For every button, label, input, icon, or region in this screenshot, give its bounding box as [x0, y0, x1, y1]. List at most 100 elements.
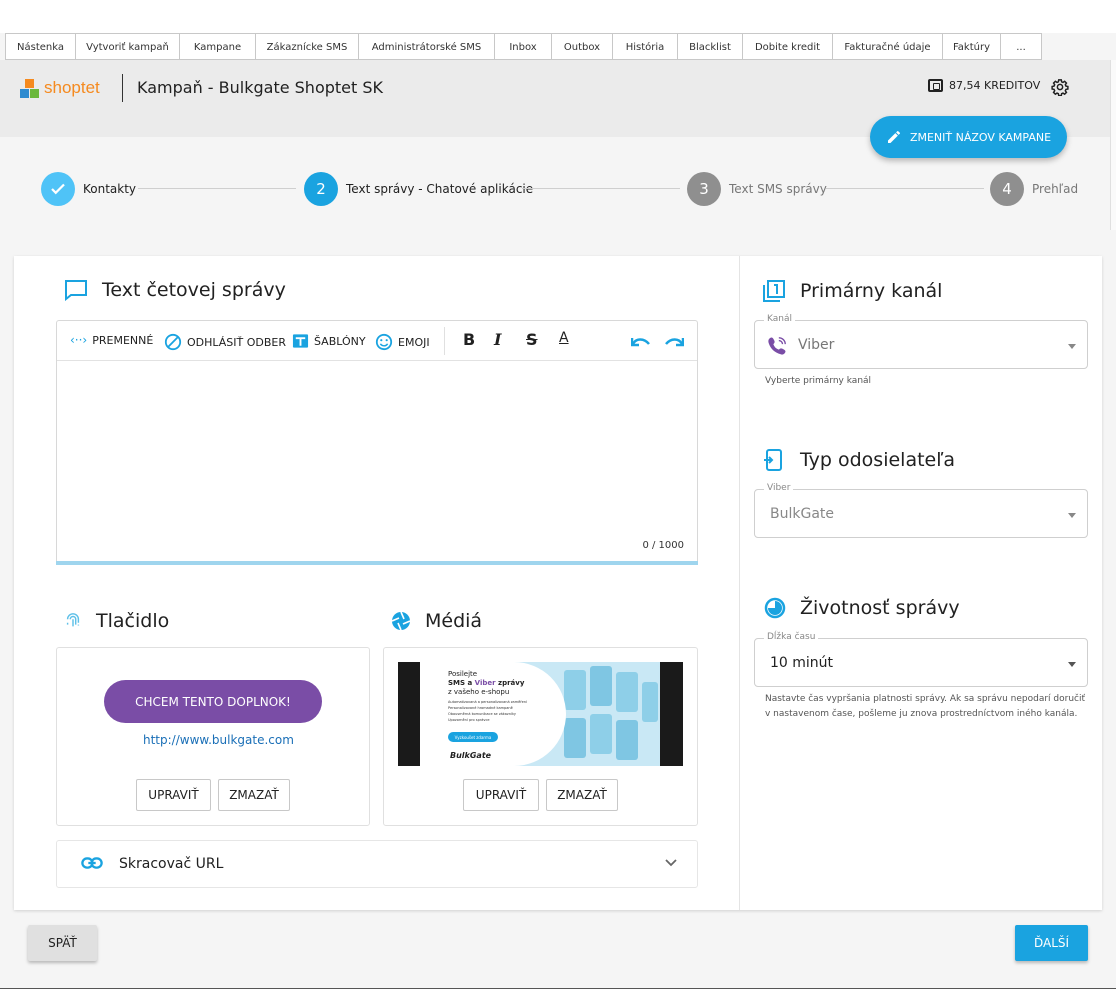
credit-amount: 87,54 KREDITOV	[949, 79, 1041, 92]
chat-message-title: Text četovej správy	[64, 279, 286, 301]
tab-blacklist[interactable]: Blacklist	[677, 34, 742, 60]
banner-brand: BulkGate	[450, 751, 492, 760]
banner-line-1: Posilejte	[448, 670, 478, 678]
tab-outbox[interactable]: Outbox	[551, 34, 612, 60]
card-divider	[739, 256, 740, 910]
emoji-button[interactable]: EMOJI	[375, 333, 430, 351]
italic-icon[interactable]: I	[494, 330, 501, 349]
step-2-label: Text správy - Chatové aplikácie	[346, 182, 534, 196]
page-title: Kampaň - Bulkgate Shoptet SK	[137, 78, 384, 97]
emoji-icon	[375, 333, 393, 351]
gear-icon[interactable]	[1051, 78, 1069, 96]
url-shortener-label: Skracovač URL	[119, 856, 224, 872]
character-counter: 0 / 1000	[642, 540, 684, 551]
edit-media-button[interactable]: UPRAVIŤ	[463, 779, 539, 811]
banner-bullets: Automatizovaná a personalizovaná zaměřen…	[448, 700, 527, 722]
tab-more[interactable]: ...	[1000, 34, 1042, 60]
variables-button[interactable]: ‹··› PREMENNÉ	[70, 333, 153, 347]
toolbar-divider	[444, 327, 445, 355]
redo-icon[interactable]	[664, 334, 684, 348]
aperture-icon	[391, 611, 411, 631]
tab-fakturacne-udaje[interactable]: Fakturačné údaje	[832, 34, 942, 60]
banner-background: Posilejte SMS a Viber zprávy z vašeho e-…	[420, 662, 660, 766]
credit-balance[interactable]: 87,54 KREDITOV	[928, 79, 1040, 92]
step-3-label: Text SMS správy	[729, 182, 827, 196]
sender-type-value: BulkGate	[770, 506, 835, 522]
step-connector	[522, 188, 680, 189]
undo-icon[interactable]	[631, 334, 651, 348]
delete-button-button[interactable]: ZMAZAŤ	[218, 779, 290, 811]
page: Nástenka Vytvoriť kampaň Kampane Zákazní…	[0, 0, 1116, 989]
unsubscribe-button[interactable]: ODHLÁSIŤ ODBER	[164, 333, 286, 351]
edit-button-button[interactable]: UPRAVIŤ	[136, 779, 211, 811]
lifetime-title-text: Životnosť správy	[800, 597, 960, 619]
next-button[interactable]: ĎALŠÍ	[1015, 925, 1088, 961]
banner-line-3: z vašeho e-shopu	[448, 688, 510, 696]
templates-button[interactable]: ŠABLÓNY	[292, 333, 366, 349]
step-connector	[826, 188, 984, 189]
chat-cta-button[interactable]: CHCEM TENTO DOPLNOK!	[104, 680, 322, 723]
shoptet-logo-icon	[20, 78, 39, 98]
shoptet-logo[interactable]: shoptet	[20, 78, 100, 98]
back-button[interactable]: SPÄŤ	[28, 925, 97, 961]
tab-inbox[interactable]: Inbox	[494, 34, 551, 60]
step-3[interactable]: 3	[687, 172, 721, 206]
emoji-label: EMOJI	[398, 335, 430, 349]
rename-campaign-label: ZMENIŤ NÁZOV KAMPANE	[909, 130, 1052, 144]
fingerprint-icon	[66, 613, 80, 627]
phone-exchange-icon	[764, 449, 782, 471]
pencil-icon	[887, 130, 900, 143]
message-editor[interactable]: ‹··› PREMENNÉ ODHLÁSIŤ ODBER ŠABLÓNY EMO…	[56, 320, 698, 565]
dropdown-caret-icon	[1068, 513, 1076, 518]
top-band	[0, 0, 1116, 33]
dropdown-caret-icon	[1068, 344, 1076, 349]
tab-historia[interactable]: História	[612, 34, 677, 60]
bold-icon[interactable]: B	[463, 330, 475, 349]
tab-administratorske-sms[interactable]: Administrátorské SMS	[358, 34, 494, 60]
media-image[interactable]: Posilejte SMS a Viber zprávy z vašeho e-…	[398, 662, 683, 766]
step-1-done[interactable]	[41, 172, 75, 206]
code-icon: ‹··›	[70, 333, 88, 347]
tab-kampane[interactable]: Kampane	[179, 34, 255, 60]
dropdown-caret-icon	[1068, 662, 1076, 667]
check-icon	[51, 183, 65, 195]
lifetime-title: Životnosť správy	[764, 597, 960, 619]
delete-media-button[interactable]: ZMAZAŤ	[546, 779, 618, 811]
editor-focus-bar	[56, 561, 698, 565]
url-shortener-accordion[interactable]: Skracovač URL	[56, 840, 698, 888]
tab-dobite-kredit[interactable]: Dobite kredit	[742, 34, 832, 60]
primary-channel-legend: Kanál	[764, 314, 795, 324]
tab-vytvorit-kampan[interactable]: Vytvoriť kampaň	[75, 34, 179, 60]
lifetime-value: 10 minút	[770, 655, 834, 671]
banner-cta: Vyzkoušet zdarma	[448, 732, 498, 742]
step-4-label: Prehľad	[1032, 182, 1079, 196]
rename-campaign-button[interactable]: ZMENIŤ NÁZOV KAMPANE	[870, 116, 1067, 158]
chat-bubble-icon	[65, 280, 87, 301]
primary-channel-value: Viber	[798, 337, 835, 353]
scrollbar[interactable]	[1110, 60, 1116, 230]
viber-icon	[768, 337, 786, 355]
tab-faktury[interactable]: Faktúry	[942, 34, 1000, 60]
chat-message-title-text: Text četovej správy	[102, 279, 286, 301]
link-icon	[81, 857, 103, 869]
tab-nastenka[interactable]: Nástenka	[5, 34, 75, 60]
templates-label: ŠABLÓNY	[314, 334, 366, 348]
primary-channel-select[interactable]: Kanál Viber	[754, 314, 1088, 369]
text-format-icon[interactable]: A	[559, 330, 569, 346]
primary-channel-title: Primárny kanál	[762, 279, 942, 303]
top-nav: Nástenka Vytvoriť kampaň Kampane Zákazní…	[5, 33, 1042, 60]
step-4[interactable]: 4	[990, 172, 1024, 206]
tab-zakaznicke-sms[interactable]: Zákaznícke SMS	[255, 34, 358, 60]
step-3-number: 3	[699, 180, 709, 198]
step-4-number: 4	[1002, 180, 1012, 198]
primary-channel-helper: Vyberte primárny kanál	[765, 376, 872, 386]
strikethrough-icon[interactable]: S	[526, 330, 538, 349]
step-connector	[138, 188, 296, 189]
chevron-down-icon	[665, 859, 677, 867]
button-url[interactable]: http://www.bulkgate.com	[143, 733, 294, 747]
step-2-active[interactable]: 2	[304, 172, 338, 206]
media-section-title: Médiá	[391, 610, 482, 632]
lifetime-select[interactable]: Dĺžka času 10 minút	[754, 632, 1088, 687]
sender-type-select[interactable]: Viber BulkGate	[754, 483, 1088, 538]
media-section-title-text: Médiá	[425, 610, 483, 632]
